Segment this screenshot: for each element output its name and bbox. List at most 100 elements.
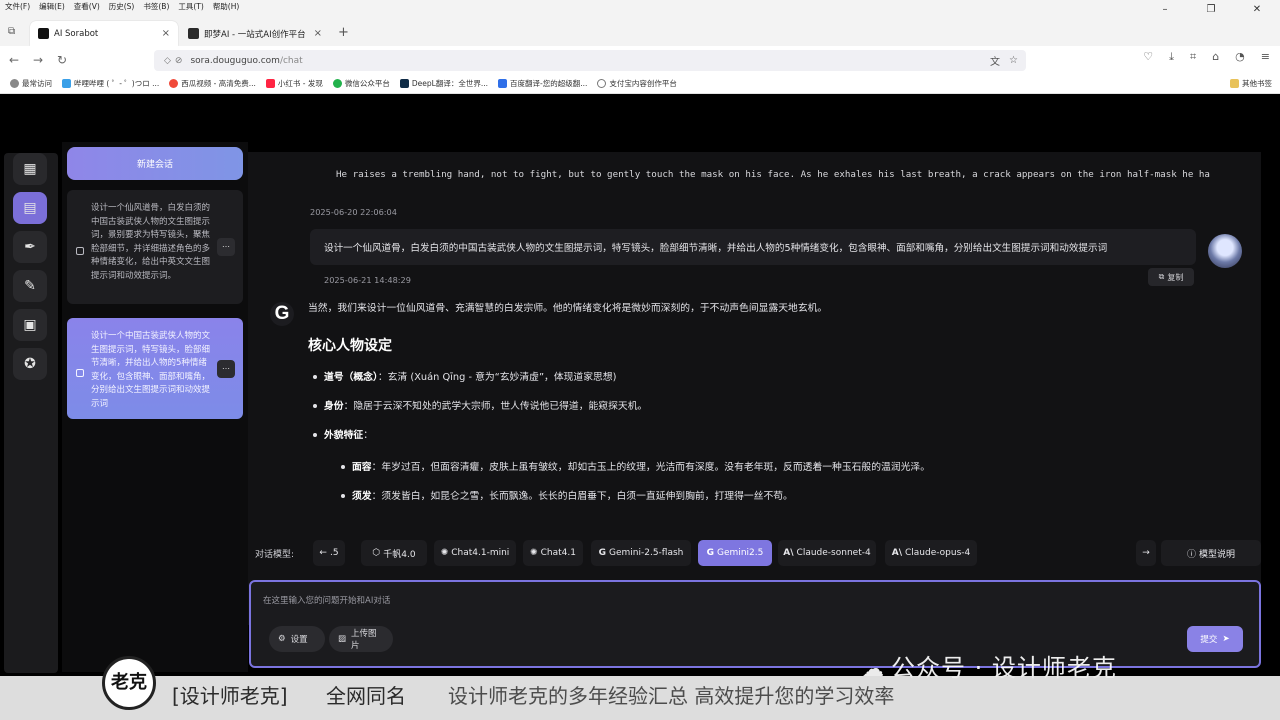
google-icon: G xyxy=(598,548,606,558)
back-icon[interactable]: ← xyxy=(2,53,26,67)
brush-icon[interactable]: ✎ xyxy=(13,270,47,302)
tab-ai-sorabot[interactable]: AI Sorabot × xyxy=(30,21,178,46)
new-chat-button[interactable]: 新建会话 xyxy=(67,147,243,180)
image-icon: ▨ xyxy=(338,634,347,644)
list-item: 须发：须发皆白，如昆仑之雪，长而飘逸。长长的白眉垂下，白须一直延伸到胸前，打理得… xyxy=(336,490,1208,503)
tab-strip: ⧉ AI Sorabot × 即梦AI - 一站式AI创作平台 × + xyxy=(0,12,1280,46)
bookmark-item[interactable]: 小红书 - 发现 xyxy=(265,78,323,89)
app-area: ▦ ▤ ✒ ✎ ▣ ✪ 新建会话 设计一个仙风道骨，白发白须的中国古装武侠人物的… xyxy=(0,94,1280,720)
menu-help[interactable]: 帮助(H) xyxy=(213,1,240,12)
minimize-icon[interactable]: – xyxy=(1142,0,1188,20)
close-icon[interactable]: × xyxy=(162,28,170,39)
xigua-icon xyxy=(169,79,179,88)
previous-output-line: He raises a trembling hand, not to fight… xyxy=(336,169,1210,180)
lock-icon: ⊘ xyxy=(174,55,183,66)
crop-icon[interactable]: ⌗ xyxy=(1190,50,1196,64)
copy-button[interactable]: ⧉ 复制 xyxy=(1148,268,1194,286)
profile-icon[interactable]: ◔ xyxy=(1235,50,1245,64)
model-chip[interactable]: A\ Claude-opus-4 xyxy=(885,540,977,566)
list-item: 道号（概念）：玄清 (Xuán Qīng - 意为“玄妙清虚”，体现道家思想) xyxy=(308,371,1208,384)
submit-button[interactable]: 提交 ➤ xyxy=(1187,626,1243,652)
app-menu-icon[interactable]: ≡ xyxy=(1261,50,1270,64)
bookmark-item[interactable]: DeepL翻译：全世界... xyxy=(399,78,488,89)
conversation-item[interactable]: 设计一个仙风道骨，白发白须的中国古装武侠人物的文生图提示词，景别要求为特写镜头，… xyxy=(67,190,243,304)
bookmark-item[interactable]: 微信公众平台 xyxy=(332,78,390,89)
jimeng-favicon-icon xyxy=(188,28,199,39)
conversation-title: 设计一个仙风道骨，白发白须的中国古装武侠人物的文生图提示词，景别要求为特写镜头，… xyxy=(91,203,211,281)
model-chip[interactable]: ⬡ 千帆4.0 xyxy=(361,540,427,566)
screen: 文件(F) 编辑(E) 查看(V) 历史(S) 书签(B) 工具(T) 帮助(H… xyxy=(0,0,1280,720)
avatar xyxy=(1208,234,1242,268)
extensions-icon[interactable]: ⌂ xyxy=(1212,50,1219,64)
bookmark-item[interactable]: 支付宝内容创作平台 xyxy=(597,78,677,89)
close-icon[interactable]: × xyxy=(314,28,322,39)
menu-history[interactable]: 历史(S) xyxy=(109,1,135,12)
forward-icon[interactable]: → xyxy=(26,53,50,67)
ai-response: 当然，我们来设计一位仙风道骨、充满智慧的白发宗师。他的情绪变化将是微妙而深刻的，… xyxy=(308,302,1208,503)
star-icon[interactable]: ☆ xyxy=(1009,55,1018,66)
bookmark-item[interactable]: 最常访问 xyxy=(10,78,52,89)
maximize-icon[interactable]: ❐ xyxy=(1188,0,1234,20)
message-icon xyxy=(76,368,84,377)
menu-tools[interactable]: 工具(T) xyxy=(178,1,203,12)
scroll-right-button[interactable]: → xyxy=(1136,540,1156,566)
window-close-icon[interactable]: ✕ xyxy=(1234,0,1280,20)
translate-icon[interactable]: 文 xyxy=(990,53,1000,68)
other-bookmarks[interactable]: 其他书签 xyxy=(1230,78,1272,89)
caption-subtitle: 全网同名 xyxy=(326,684,406,708)
model-chip-active[interactable]: G Gemini2.5 xyxy=(698,540,772,566)
menu-file[interactable]: 文件(F) xyxy=(5,1,30,12)
menu-view[interactable]: 查看(V) xyxy=(74,1,100,12)
tab-title: 即梦AI - 一站式AI创作平台 xyxy=(204,29,306,40)
more-icon[interactable]: … xyxy=(217,238,235,256)
baidu-translate-icon xyxy=(497,79,507,88)
toolbar-right: ♡ ⤓ ⌗ ⌂ ◔ ≡ xyxy=(1143,50,1270,64)
url-field[interactable]: ◇ ⊘ sora.douguguo.com /chat 文 ☆ xyxy=(154,50,1026,71)
tab-jimeng[interactable]: 即梦AI - 一站式AI创作平台 × xyxy=(180,21,330,46)
new-tab-icon[interactable]: + xyxy=(338,25,349,40)
pen-icon[interactable]: ✒ xyxy=(13,231,47,263)
caption-title: [设计师老克] xyxy=(172,684,288,708)
ai-heading: 核心人物设定 xyxy=(308,338,392,354)
anthropic-icon: A\ xyxy=(891,548,902,558)
bookmark-item[interactable]: 哔哩哔哩 ( ゜- ゜)つロ ... xyxy=(62,78,159,89)
dashboard-icon[interactable]: ▦ xyxy=(13,153,47,185)
menu-edit[interactable]: 编辑(E) xyxy=(39,1,65,12)
menu-bar: 文件(F) 编辑(E) 查看(V) 历史(S) 书签(B) 工具(T) 帮助(H… xyxy=(0,0,1280,12)
model-chip[interactable]: ✺ Chat4.1-mini xyxy=(434,540,516,566)
model-chip[interactable]: ✺ Chat4.1 xyxy=(523,540,583,566)
model-chip[interactable]: G Gemini-2.5-flash xyxy=(591,540,691,566)
pocket-icon[interactable]: ♡ xyxy=(1143,50,1153,64)
model-help-button[interactable]: ⓘ 模型说明 xyxy=(1161,540,1261,566)
right-arrow-icon: → xyxy=(1142,548,1150,558)
gemini-avatar-icon: G xyxy=(270,302,294,326)
conversation-item-active[interactable]: 设计一个中国古装武侠人物的文生图提示词，特写镜头，脸部细节清晰，并给出人物的5种… xyxy=(67,318,243,419)
model-chip[interactable]: A\ Claude-sonnet-4 xyxy=(778,540,876,566)
chat-icon[interactable]: ▤ xyxy=(13,192,47,224)
bookmarks-bar: 最常访问 哔哩哔哩 ( ゜- ゜)つロ ... 西瓜视频 - 高清免费... 小… xyxy=(0,74,1280,94)
settings-button[interactable]: ⚙ 设置 xyxy=(269,626,325,652)
bookmark-item[interactable]: 百度翻译-您的超级翻... xyxy=(497,78,587,89)
badge-icon[interactable]: ✪ xyxy=(13,348,47,380)
briefcase-icon[interactable]: ▣ xyxy=(13,309,47,341)
download-icon[interactable]: ⤓ xyxy=(1169,50,1174,64)
menu-bookmarks[interactable]: 书签(B) xyxy=(143,1,169,12)
model-chip[interactable]: ← .5 xyxy=(313,540,345,566)
logo: 老克 xyxy=(102,656,156,710)
gear-icon: ⚙ xyxy=(278,634,286,644)
wechat-icon xyxy=(332,79,342,88)
upload-image-button[interactable]: ▨ 上传图片 xyxy=(329,626,393,652)
input-placeholder: 在这里输入您的问题开始和AI对话 xyxy=(263,596,391,606)
shield-icon: ◇ xyxy=(164,55,171,66)
tab-overview-icon[interactable]: ⧉ xyxy=(8,26,15,37)
qianfan-icon: ⬡ xyxy=(372,548,381,558)
bookmark-item[interactable]: 西瓜视频 - 高清免费... xyxy=(169,78,256,89)
reload-icon[interactable]: ↻ xyxy=(50,53,74,67)
more-icon[interactable]: … xyxy=(217,359,235,378)
help-icon: ⓘ xyxy=(1186,549,1196,560)
model-selector: 对话模型: ← .5 ⬡ 千帆4.0 ✺ Chat4.1-mini ✺ Chat4.1 … xyxy=(255,540,1261,566)
url-path: /chat xyxy=(279,55,303,66)
openai-icon: ✺ xyxy=(530,548,538,558)
message-timestamp: 2025-06-20 22:06:04 xyxy=(310,207,397,217)
deepl-icon xyxy=(399,79,409,88)
